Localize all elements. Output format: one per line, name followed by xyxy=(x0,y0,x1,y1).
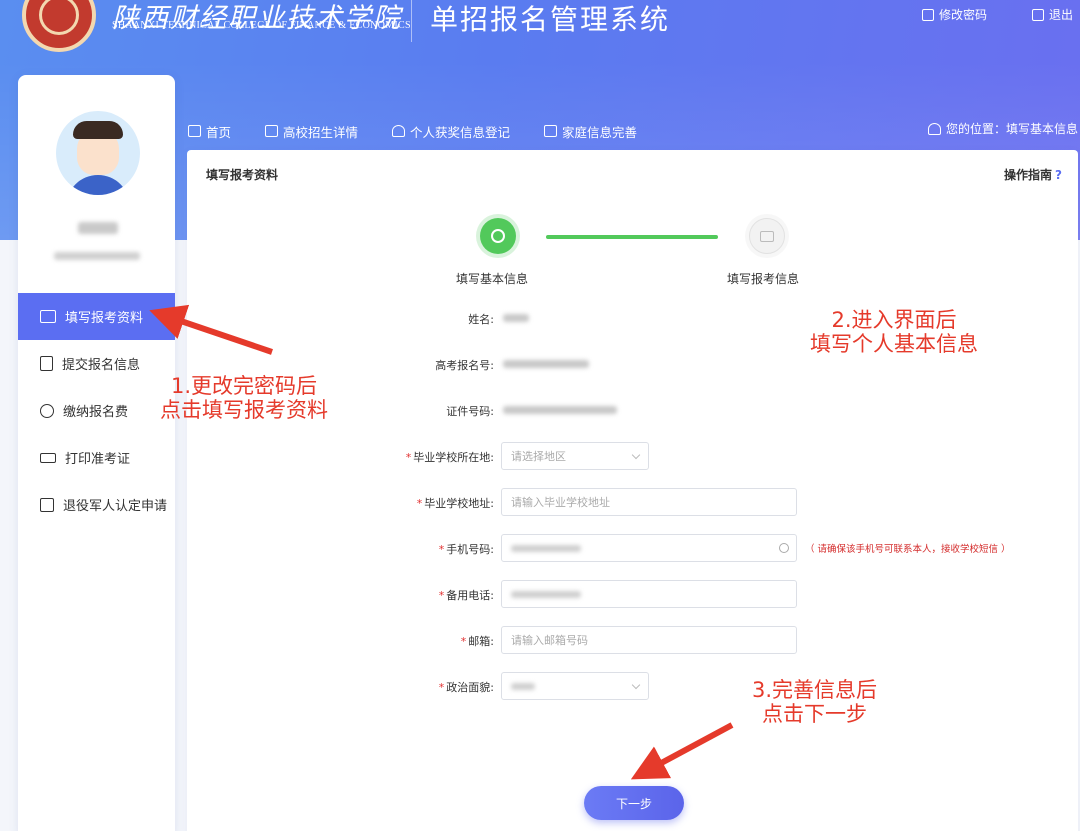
sidebar-item-label: 退役军人认定申请 xyxy=(63,499,168,514)
name-label: 姓名: xyxy=(468,313,494,326)
annotation-step-2: 2.进入界面后 填写个人基本信息 xyxy=(810,308,978,356)
topnav-label: 个人获奖信息登记 xyxy=(410,124,511,140)
step-label-basic: 填写基本信息 xyxy=(456,272,529,286)
email-label: * 邮箱: xyxy=(460,635,494,648)
topnav-item-admission-details[interactable]: 高校招生详情 xyxy=(265,122,358,141)
change-password-link[interactable]: 修改密码 xyxy=(922,6,987,23)
logout-icon xyxy=(1032,8,1044,21)
sidebar-item-submit[interactable]: 提交报名信息 xyxy=(18,340,175,387)
step-progress-line xyxy=(546,235,718,239)
id-card-icon xyxy=(40,310,56,323)
next-button[interactable]: 下一步 xyxy=(584,786,684,820)
phone-label: * 手机号码: xyxy=(438,543,494,556)
yuan-icon xyxy=(40,403,54,418)
backup-phone-value-blurred xyxy=(511,590,581,598)
chevron-down-icon xyxy=(631,450,641,460)
form-row-phone: * 手机号码: （ 请确保该手机号可联系本人，接收学校短信 ） xyxy=(187,534,1078,562)
topnav-item-awards[interactable]: 个人获奖信息登记 xyxy=(392,122,510,141)
form-icon xyxy=(544,125,558,137)
person-icon xyxy=(392,125,406,137)
phone-value-blurred xyxy=(511,544,581,552)
sidebar-item-pay[interactable]: 缴纳报名费 xyxy=(18,387,175,434)
list-icon xyxy=(40,356,53,371)
name-value-blurred xyxy=(503,314,529,322)
id-label: 证件号码: xyxy=(446,405,494,418)
document-icon xyxy=(265,125,279,137)
school-name-en: SHAANXI TECHNICAL COLLEGE OF FINANCE & E… xyxy=(112,20,411,31)
sidebar-item-label: 提交报名信息 xyxy=(62,358,141,373)
step-exam-info-icon xyxy=(749,218,785,254)
avatar xyxy=(56,111,140,195)
backup-phone-label: * 备用电话: xyxy=(438,589,494,602)
school-region-label: * 毕业学校所在地: xyxy=(405,451,494,464)
breadcrumb-text: 您的位置：填写基本信息 xyxy=(945,122,1078,136)
school-region-select[interactable]: 请选择地区 xyxy=(501,442,649,470)
exam-no-value-blurred xyxy=(503,360,589,368)
help-icon: ? xyxy=(1055,168,1062,182)
phone-input[interactable] xyxy=(501,534,797,562)
political-select[interactable] xyxy=(501,672,649,700)
sidebar-item-veteran[interactable]: 退役军人认定申请 xyxy=(18,481,175,528)
user-id-blurred xyxy=(54,252,140,260)
sidebar-nav: 填写报考资料 提交报名信息 缴纳报名费 打印准考证 退役军人认定申请 xyxy=(18,293,175,528)
sidebar: 填写报考资料 提交报名信息 缴纳报名费 打印准考证 退役军人认定申请 xyxy=(18,75,175,831)
political-value-blurred xyxy=(511,682,535,690)
annotation-step-3: 3.完善信息后 点击下一步 xyxy=(752,678,878,726)
sidebar-item-label: 填写报考资料 xyxy=(65,311,144,326)
user-name-blurred xyxy=(78,222,118,234)
backup-phone-input[interactable] xyxy=(501,580,797,608)
sidebar-item-label: 打印准考证 xyxy=(65,452,131,467)
guide-link[interactable]: 操作指南? xyxy=(1004,166,1062,183)
form-icon xyxy=(40,497,54,512)
sidebar-item-fill-info[interactable]: 填写报考资料 xyxy=(18,293,175,340)
step-label-exam: 填写报考信息 xyxy=(727,272,800,286)
person-icon xyxy=(927,122,941,135)
phone-hint: （ 请确保该手机号可联系本人，接收学校短信 ） xyxy=(805,544,1011,555)
topnav-label: 高校招生详情 xyxy=(283,124,359,140)
card-title: 填写报考资料 xyxy=(206,168,279,182)
guide-label: 操作指南 xyxy=(1004,168,1053,182)
topnav-item-home[interactable]: 首页 xyxy=(188,122,231,141)
school-address-label: * 毕业学校地址: xyxy=(416,497,494,510)
annotation-step-1: 1.更改完密码后 点击填写报考资料 xyxy=(160,374,328,422)
exam-no-label: 高考报名号: xyxy=(435,359,494,372)
clear-icon[interactable] xyxy=(779,543,789,553)
printer-icon xyxy=(40,452,56,463)
logout-link[interactable]: 退出 xyxy=(1032,6,1073,23)
form-row-school-region: * 毕业学校所在地: 请选择地区 xyxy=(187,442,1078,470)
home-icon xyxy=(188,125,201,137)
change-password-label: 修改密码 xyxy=(939,8,988,22)
topnav-item-family-info[interactable]: 家庭信息完善 xyxy=(544,122,637,141)
header-divider xyxy=(411,0,412,42)
school-address-input[interactable]: 请输入毕业学校地址 xyxy=(501,488,797,516)
system-title: 单招报名管理系统 xyxy=(430,3,671,36)
school-region-placeholder: 请选择地区 xyxy=(511,450,566,463)
main-card: 填写报考资料 操作指南? 填写基本信息 填写报考信息 姓名: 高考报名号: 证件… xyxy=(187,150,1078,831)
id-value-blurred xyxy=(503,406,617,414)
topnav-label: 家庭信息完善 xyxy=(562,124,638,140)
edit-icon xyxy=(922,8,934,21)
sidebar-item-print[interactable]: 打印准考证 xyxy=(18,434,175,481)
sidebar-item-label: 缴纳报名费 xyxy=(63,405,129,420)
form-row-political: * 政治面貌: xyxy=(187,672,1078,700)
school-address-placeholder: 请输入毕业学校地址 xyxy=(511,496,610,509)
email-placeholder: 请输入邮箱号码 xyxy=(511,634,588,647)
form-row-school-address: * 毕业学校地址: 请输入毕业学校地址 xyxy=(187,488,1078,516)
chevron-down-icon xyxy=(631,680,641,690)
political-label: * 政治面貌: xyxy=(438,681,494,694)
form-row-backup-phone: * 备用电话: xyxy=(187,580,1078,608)
email-input[interactable]: 请输入邮箱号码 xyxy=(501,626,797,654)
topnav-label: 首页 xyxy=(206,124,232,140)
logout-label: 退出 xyxy=(1049,8,1074,22)
breadcrumb: 您的位置：填写基本信息 xyxy=(927,120,1078,137)
form-row-email: * 邮箱: 请输入邮箱号码 xyxy=(187,626,1078,654)
step-basic-info-icon xyxy=(480,218,516,254)
